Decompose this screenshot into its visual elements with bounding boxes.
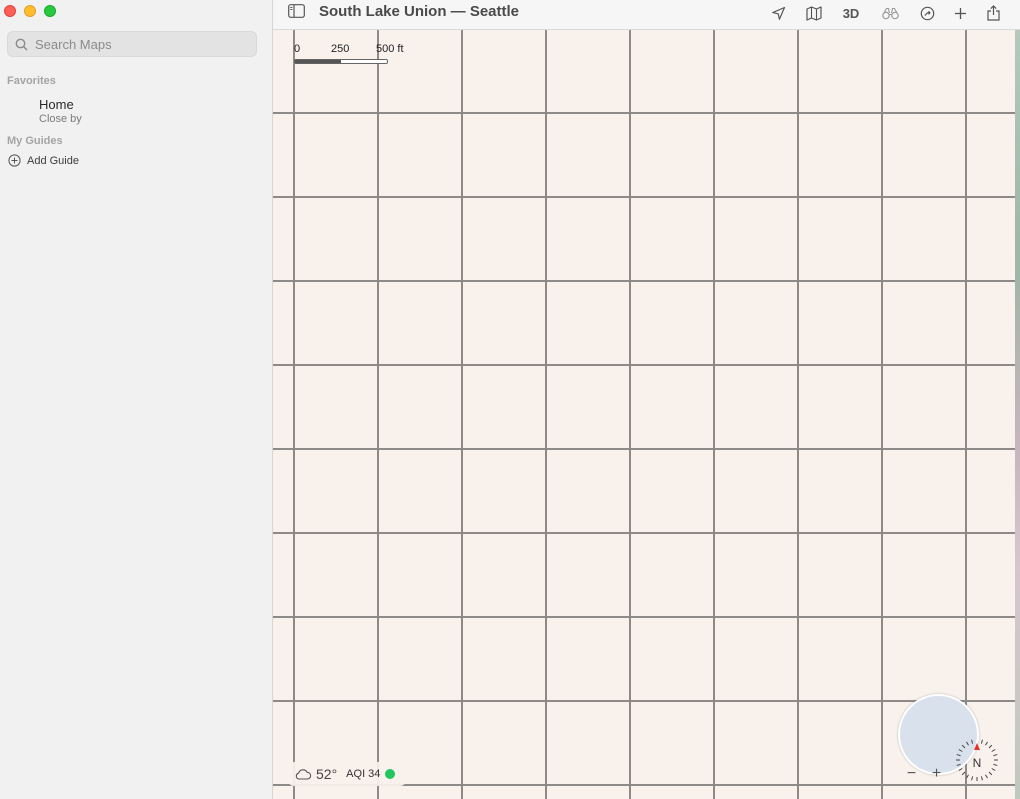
cloud-icon [295,769,312,780]
aqi-status-dot [385,769,396,779]
favorites-header: Favorites [7,75,56,87]
search-field[interactable] [7,31,257,57]
window-title: South Lake Union — Seattle [319,3,520,20]
current-location-button[interactable] [767,3,789,23]
add-button[interactable] [949,3,971,23]
scale-label-mid: 250 [331,43,350,55]
map-canvas[interactable]: 0 250 500 ft 52° AQI 34 − + N [273,30,1016,799]
my-guides-header: My Guides [7,135,63,147]
scale-bar-fill [295,60,341,63]
zoom-in-button[interactable]: + [932,765,941,783]
toolbar: South Lake Union — Seattle 3D [273,0,1020,30]
compass-north-label: N [972,756,982,770]
zoom-out-button[interactable]: − [907,765,916,783]
close-window-button[interactable] [4,5,16,17]
aqi-label: AQI 34 [346,768,381,780]
track-button[interactable] [916,3,938,23]
maximize-window-button[interactable] [44,5,56,17]
weather-badge[interactable]: 52° AQI 34 [288,762,406,786]
plus-icon [954,7,966,19]
location-arrow-icon [771,6,785,20]
track-icon [920,6,934,20]
scale-bar-graphic [294,59,388,64]
compass-button[interactable]: N [954,737,1000,783]
favorite-item-subtitle: Close by [39,113,82,125]
zoom-controls: − + [899,763,949,785]
temperature-label: 52° [316,766,338,782]
search-icon [15,38,28,51]
map-mode-icon [806,5,822,21]
look-around-button[interactable] [879,3,901,23]
share-button[interactable] [982,3,1004,23]
plus-circle-icon [8,154,21,167]
map-mode-button[interactable] [803,3,825,23]
sidebar-toggle-icon [288,4,305,18]
look-around-icon [881,7,899,19]
sidebar-toggle-button[interactable] [288,4,305,23]
search-input[interactable] [33,35,237,53]
sidebar: Favorites Home Close by My Guides Add Gu… [0,0,273,799]
share-icon [986,5,1000,21]
minimize-window-button[interactable] [24,5,36,17]
add-guide-button[interactable]: Add Guide [8,154,79,167]
map-edge-strip [1015,30,1020,799]
view-3d-button[interactable]: 3D [840,3,862,23]
favorite-item-title: Home [39,97,74,112]
scale-label-end: 500 ft [376,43,404,55]
scale-label-zero: 0 [294,43,301,55]
add-guide-label: Add Guide [27,154,79,167]
